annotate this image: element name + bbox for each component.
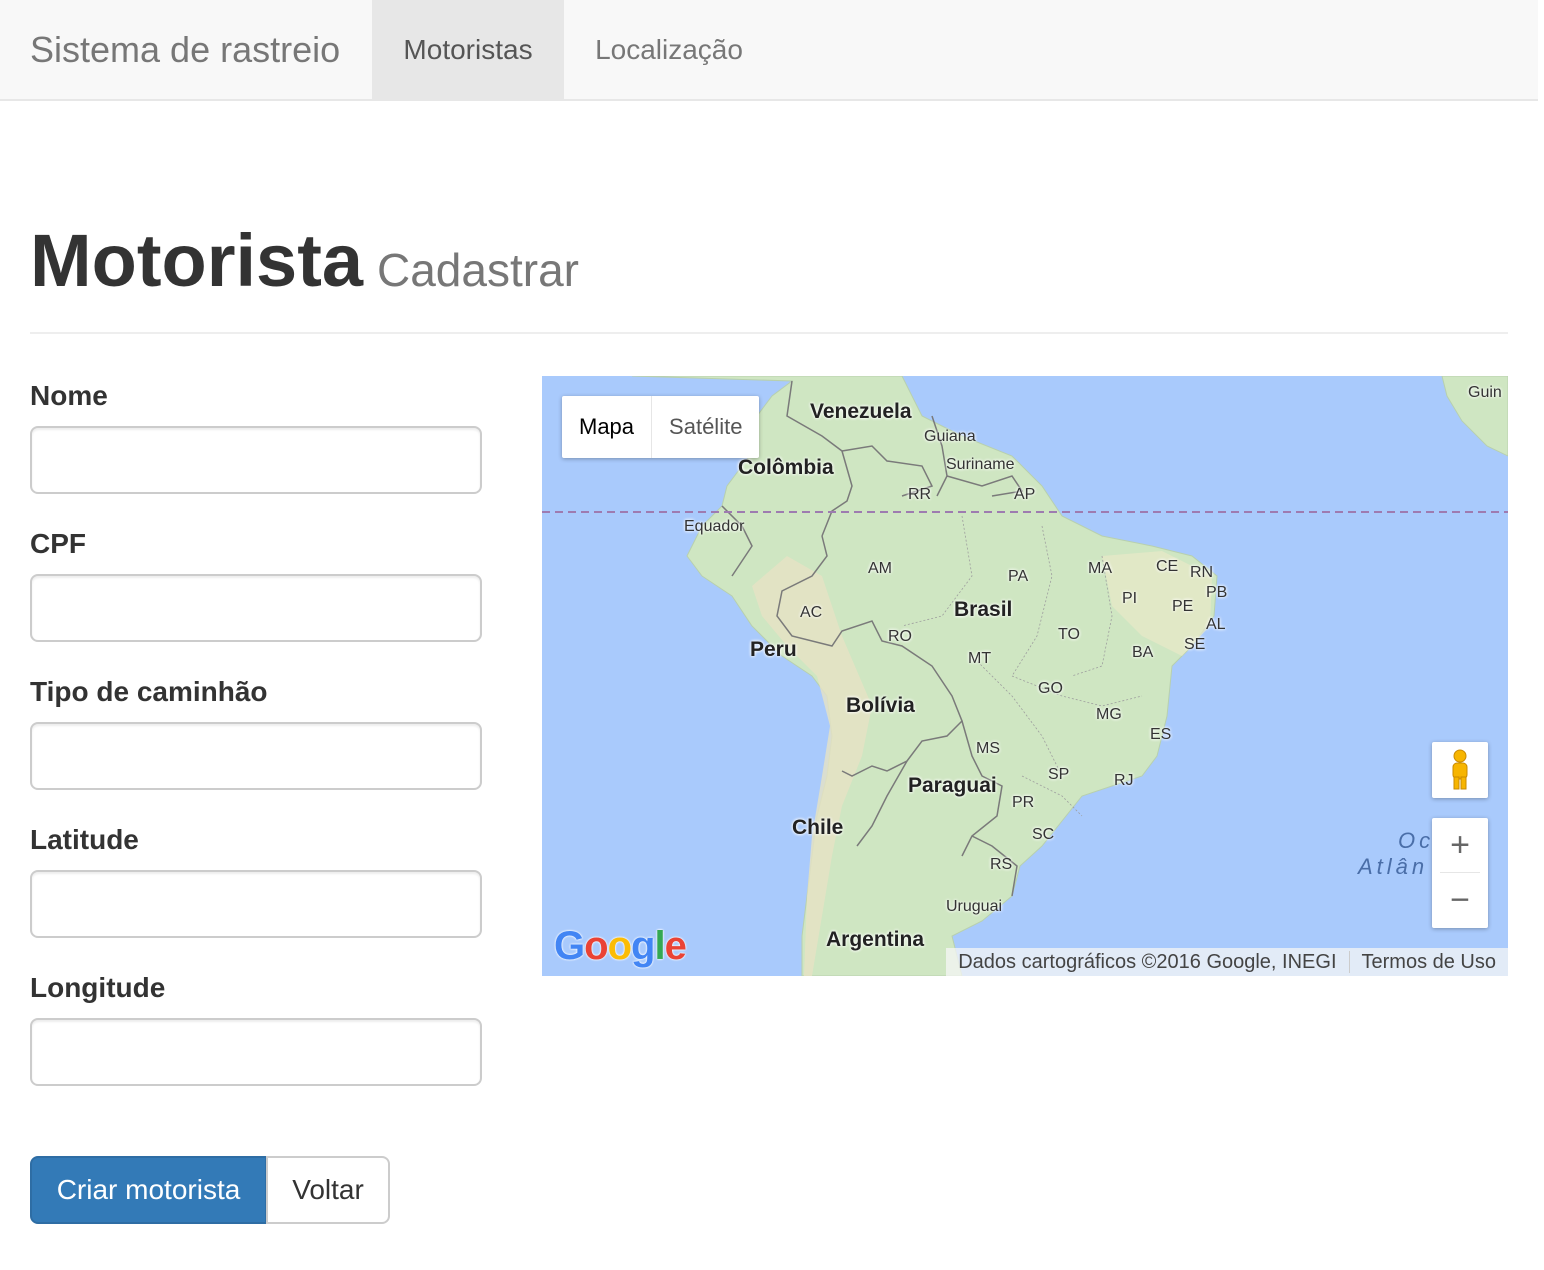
map-label-state-es: ES xyxy=(1150,726,1172,743)
tipo-caminhao-label: Tipo de caminhão xyxy=(30,676,268,707)
street-view-pegman[interactable] xyxy=(1432,742,1488,798)
navbar-brand[interactable]: Sistema de rastreio xyxy=(30,0,340,100)
map-label-state-ap: AP xyxy=(1014,486,1036,503)
map-label-state-ro: RO xyxy=(888,628,912,645)
map-label-state-al: AL xyxy=(1206,616,1226,633)
map-label-state-pe: PE xyxy=(1172,598,1194,615)
map-type-satellite-button[interactable]: Satélite xyxy=(652,396,759,458)
voltar-button[interactable]: Voltar xyxy=(266,1156,390,1224)
map-label-state-sc: SC xyxy=(1032,826,1055,843)
criar-motorista-button[interactable]: Criar motorista xyxy=(30,1156,267,1224)
longitude-input[interactable] xyxy=(30,1018,482,1086)
map-label-colombia: Colômbia xyxy=(738,456,834,479)
map-label-state-se: SE xyxy=(1184,636,1206,653)
map-label-state-pb: PB xyxy=(1206,584,1228,601)
zoom-out-button[interactable]: − xyxy=(1432,873,1488,928)
map-type-control: Mapa Satélite xyxy=(562,396,760,458)
zoom-in-button[interactable]: + xyxy=(1432,818,1488,873)
navbar: Sistema de rastreio Motoristas Localizaç… xyxy=(0,0,1538,101)
nav-item-motoristas[interactable]: Motoristas xyxy=(372,0,564,100)
nome-label: Nome xyxy=(30,380,108,411)
page-title-text: Motorista xyxy=(30,219,363,302)
map-data-credit: Dados cartográficos ©2016 Google, INEGI xyxy=(958,951,1337,973)
map-label-state-rj: RJ xyxy=(1114,772,1134,789)
map-label-guinea: Guin xyxy=(1468,384,1502,401)
map-label-state-rs: RS xyxy=(990,856,1013,873)
map-label-peru: Peru xyxy=(750,638,797,661)
map-label-venezuela: Venezuela xyxy=(810,400,912,423)
longitude-label: Longitude xyxy=(30,972,166,1003)
nome-input[interactable] xyxy=(30,426,482,494)
map-label-chile: Chile xyxy=(792,816,844,839)
cpf-label: CPF xyxy=(30,528,86,559)
map-attribution: Dados cartográficos ©2016 Google, INEGI … xyxy=(946,948,1508,976)
map-label-state-mg: MG xyxy=(1096,706,1122,723)
map-canvas xyxy=(542,376,1508,976)
map-label-equador: Equador xyxy=(684,518,745,535)
page-subtitle: Cadastrar xyxy=(377,244,579,296)
map-label-state-ms: MS xyxy=(976,740,1000,757)
map-label-state-go: GO xyxy=(1038,680,1063,697)
tipo-caminhao-input[interactable] xyxy=(30,722,482,790)
map-label-state-rn: RN xyxy=(1190,564,1214,581)
map-type-map-button[interactable]: Mapa xyxy=(562,396,653,458)
map-label-guiana: Guiana xyxy=(924,428,976,445)
pegman-icon xyxy=(1452,749,1468,790)
map-label-argentina: Argentina xyxy=(826,928,925,951)
page-title: Motorista Cadastrar xyxy=(30,218,579,303)
google-logo[interactable]: Google xyxy=(554,924,687,969)
map-label-state-ce: CE xyxy=(1156,558,1179,575)
page-header: Motorista Cadastrar xyxy=(30,206,1508,334)
south-america-landmass xyxy=(631,376,1218,976)
map[interactable]: Venezuela Guiana Suriname Colômbia Equad… xyxy=(542,376,1508,976)
latitude-label: Latitude xyxy=(30,824,139,855)
map-label-state-ac: AC xyxy=(800,604,823,621)
map-label-suriname: Suriname xyxy=(946,456,1015,473)
map-label-state-pr: PR xyxy=(1012,794,1035,811)
map-label-state-sp: SP xyxy=(1048,766,1070,783)
map-label-brasil: Brasil xyxy=(954,598,1013,621)
map-label-bolivia: Bolívia xyxy=(846,694,915,717)
map-label-state-pa: PA xyxy=(1008,568,1029,585)
zoom-control: + − xyxy=(1432,818,1488,928)
map-label-state-ba: BA xyxy=(1132,644,1154,661)
map-label-state-am: AM xyxy=(868,560,892,577)
cpf-input[interactable] xyxy=(30,574,482,642)
latitude-input[interactable] xyxy=(30,870,482,938)
map-label-paraguai: Paraguai xyxy=(908,774,997,797)
nav-item-localizacao[interactable]: Localização xyxy=(564,0,774,100)
map-label-state-ma: MA xyxy=(1088,560,1112,577)
map-label-state-pi: PI xyxy=(1122,590,1138,607)
map-label-uruguai: Uruguai xyxy=(946,898,1003,915)
map-label-state-mt: MT xyxy=(968,650,992,667)
map-label-state-to: TO xyxy=(1058,626,1080,643)
terms-of-use-link[interactable]: Termos de Uso xyxy=(1350,948,1509,976)
map-label-state-rr: RR xyxy=(908,486,932,503)
